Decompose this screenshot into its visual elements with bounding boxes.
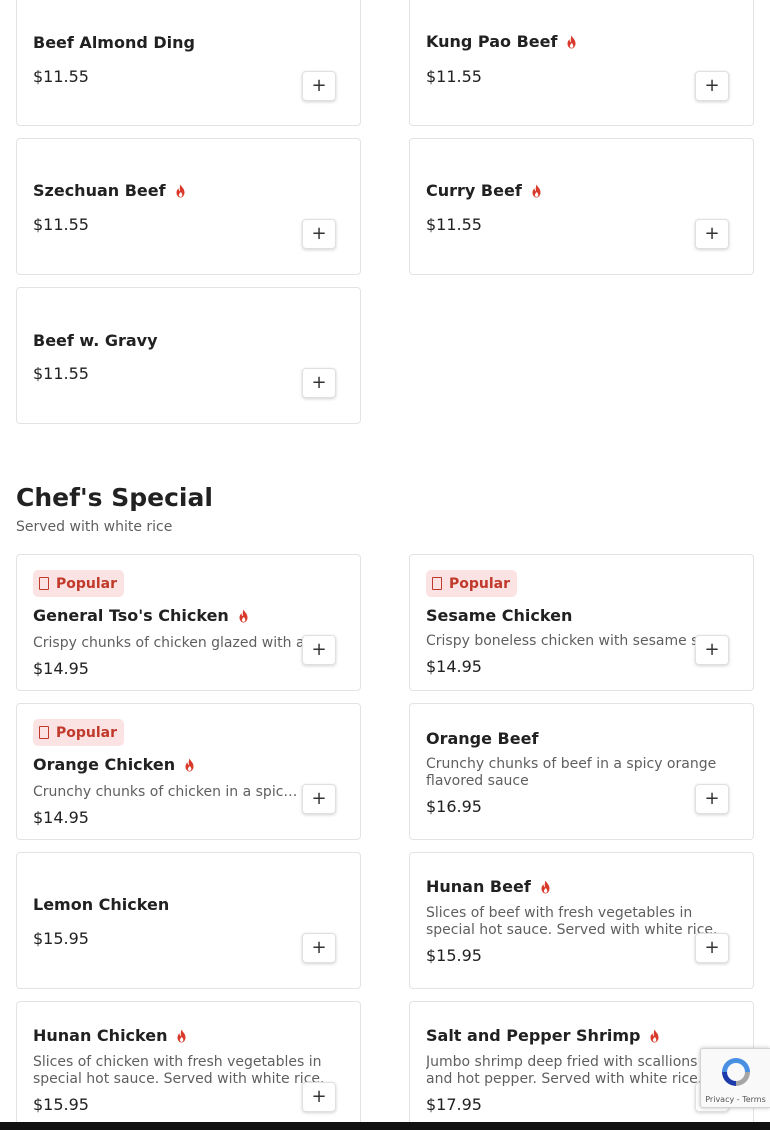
section-subtitle: Served with white rice [16, 519, 173, 535]
item-price: $17.95 [426, 1095, 482, 1114]
item-description: Crispy boneless chicken with sesame s [426, 633, 699, 649]
menu-item-card[interactable]: Hunan Chicken Slices of chicken with fre… [16, 1001, 361, 1130]
item-description: Crispy chunks of chicken glazed with a [33, 635, 305, 651]
item-price: $16.95 [426, 797, 482, 816]
item-price: $11.55 [33, 364, 89, 383]
popular-icon [39, 577, 49, 590]
menu-item-card[interactable]: Beef w. Gravy $11.55 + [16, 287, 361, 424]
spicy-icon [185, 758, 194, 771]
menu-item-card[interactable]: Hunan Beef Slices of beef with fresh veg… [409, 852, 754, 989]
add-to-cart-button[interactable]: + [302, 933, 336, 963]
recaptcha-badge[interactable]: Privacy - Terms [700, 1048, 770, 1108]
item-name: Orange Chicken [33, 755, 196, 774]
add-to-cart-button[interactable]: + [695, 933, 729, 963]
recaptcha-links[interactable]: Privacy - Terms [701, 1095, 770, 1104]
menu-item-card[interactable]: Beef Almond Ding $11.55 + [16, 0, 361, 126]
item-price: $11.55 [33, 67, 89, 86]
popular-badge: Popular [33, 570, 125, 597]
item-name: Hunan Beef [426, 877, 552, 896]
item-description: Crunchy chunks of chicken in a spicy ora… [33, 784, 305, 800]
popular-badge: Popular [426, 570, 518, 597]
item-name: Beef Almond Ding [33, 33, 195, 52]
add-to-cart-button[interactable]: + [302, 1082, 336, 1112]
add-to-cart-button[interactable]: + [302, 71, 336, 101]
spicy-icon [650, 1029, 659, 1042]
popular-badge: Popular [33, 719, 125, 746]
item-description: Slices of chicken with fresh vegetables … [33, 1054, 325, 1087]
item-name: Hunan Chicken [33, 1026, 188, 1045]
spicy-icon [176, 184, 185, 197]
add-to-cart-button[interactable]: + [302, 635, 336, 665]
spicy-icon [567, 35, 576, 48]
item-name: Lemon Chicken [33, 895, 170, 914]
item-name: Curry Beef [426, 181, 543, 200]
menu-item-card[interactable]: Curry Beef $11.55 + [409, 138, 754, 275]
menu-item-card[interactable]: Kung Pao Beef $11.55 + [409, 0, 754, 126]
menu-item-card[interactable]: Szechuan Beef $11.55 + [16, 138, 361, 275]
item-price: $15.95 [33, 1095, 89, 1114]
item-price: $15.95 [33, 929, 89, 948]
add-to-cart-button[interactable]: + [695, 635, 729, 665]
item-name: General Tso's Chicken [33, 606, 250, 625]
item-description: Slices of beef with fresh vegetables in … [426, 905, 718, 938]
menu-item-card[interactable]: Popular General Tso's Chicken Crispy chu… [16, 554, 361, 691]
spicy-icon [541, 880, 550, 893]
item-name: Kung Pao Beef [426, 32, 578, 51]
item-price: $14.95 [33, 659, 89, 678]
add-to-cart-button[interactable]: + [302, 219, 336, 249]
item-name: Sesame Chicken [426, 606, 573, 625]
menu-item-card[interactable]: Popular Orange Chicken Crunchy chunks of… [16, 703, 361, 840]
menu-item-card[interactable]: Lemon Chicken $15.95 + [16, 852, 361, 989]
item-name: Beef w. Gravy [33, 331, 158, 350]
item-price: $11.55 [426, 215, 482, 234]
item-price: $14.95 [426, 657, 482, 676]
item-name: Szechuan Beef [33, 181, 187, 200]
add-to-cart-button[interactable]: + [695, 219, 729, 249]
item-price: $11.55 [426, 67, 482, 86]
add-to-cart-button[interactable]: + [302, 784, 336, 814]
bottom-bar [0, 1122, 770, 1130]
recaptcha-icon [722, 1058, 750, 1086]
popular-icon [432, 577, 442, 590]
section-title: Chef's Special [16, 483, 213, 512]
item-price: $14.95 [33, 808, 89, 827]
spicy-icon [532, 184, 541, 197]
menu-item-card[interactable]: Orange Beef Crunchy chunks of beef in a … [409, 703, 754, 840]
add-to-cart-button[interactable]: + [695, 784, 729, 814]
add-to-cart-button[interactable]: + [302, 368, 336, 398]
item-name: Salt and Pepper Shrimp [426, 1026, 661, 1045]
item-description: Jumbo shrimp deep fried with scallions a… [426, 1054, 703, 1087]
item-price: $11.55 [33, 215, 89, 234]
item-price: $15.95 [426, 946, 482, 965]
add-to-cart-button[interactable]: + [695, 71, 729, 101]
spicy-icon [177, 1029, 186, 1042]
item-name: Orange Beef [426, 729, 539, 748]
menu-item-card[interactable]: Popular Sesame Chicken Crispy boneless c… [409, 554, 754, 691]
item-description: Crunchy chunks of beef in a spicy orange… [426, 756, 717, 789]
popular-icon [39, 726, 49, 739]
spicy-icon [239, 609, 248, 622]
